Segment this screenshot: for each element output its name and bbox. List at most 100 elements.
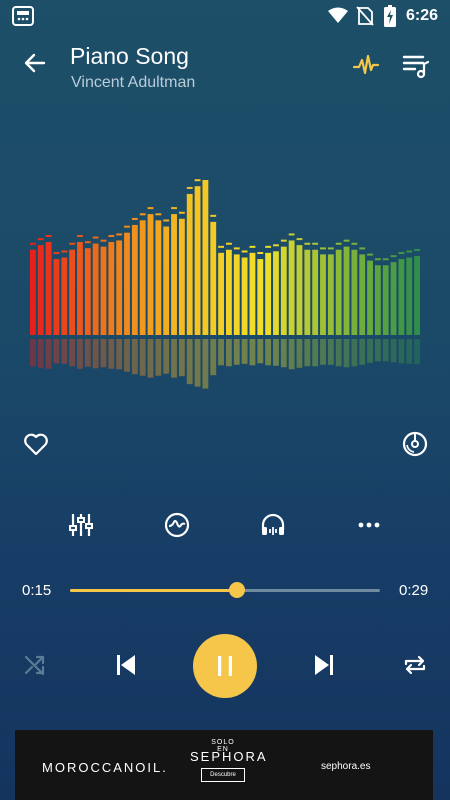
spectrum-bar (320, 254, 326, 335)
ad-banner[interactable]: MOROCCANOIL. SOLO EN SEPHORA Descubre se… (15, 730, 433, 800)
spectrum-peak (100, 239, 107, 242)
spectrum-bar (147, 214, 154, 335)
spectrum-bar (374, 265, 381, 335)
spectrum-reflection (92, 339, 99, 369)
spectrum-reflection (108, 339, 115, 369)
spectrum-visualizer (30, 175, 422, 400)
headphones-button[interactable] (258, 510, 288, 540)
spectrum-peak (45, 235, 52, 237)
spectrum-reflection (398, 339, 405, 364)
back-button[interactable] (20, 48, 50, 78)
spectrum-bar (382, 265, 389, 335)
spectrum-bar (178, 218, 185, 335)
spectrum-bar (61, 257, 68, 335)
spectrum-peak (414, 248, 420, 251)
spectrum-reflection (374, 339, 381, 362)
repeat-button[interactable] (402, 652, 428, 678)
spectrum-reflection (273, 339, 279, 366)
more-options-button[interactable] (354, 510, 384, 540)
spectrum-bar (390, 262, 397, 335)
spectrum-peak (304, 242, 311, 245)
spectrum-bar (139, 220, 146, 335)
queue-button[interactable] (401, 50, 431, 80)
status-bar: 6:26 (0, 0, 450, 32)
more-icon (358, 522, 380, 528)
ad-cta-button[interactable]: Descubre (201, 768, 245, 782)
spectrum-reflection (37, 339, 44, 368)
spectrum-reflection (241, 339, 248, 364)
spectrum-bar (77, 242, 83, 335)
total-time: 0:29 (399, 582, 429, 599)
spectrum-peak (265, 245, 272, 248)
spectrum-bar (233, 254, 240, 335)
waveform-icon (164, 512, 190, 538)
spectrum-peak (320, 247, 326, 250)
spectrum-bar (155, 220, 162, 335)
spectrum-reflection (202, 339, 209, 389)
spectrum-bar (218, 252, 224, 335)
status-time: 6:26 (405, 7, 438, 24)
player-header: Piano Song Vincent Adultman (0, 32, 450, 102)
spectrum-bar (53, 259, 60, 335)
spectrum-peak (108, 235, 115, 237)
spectrum-reflection (406, 339, 413, 364)
skip-next-icon (315, 655, 333, 675)
headphones-icon (261, 513, 285, 535)
skip-previous-icon (117, 655, 135, 675)
spectrum-bar (194, 186, 201, 335)
like-button[interactable] (22, 430, 50, 458)
spectrum-peak (37, 238, 44, 241)
previous-button[interactable] (113, 652, 139, 678)
pause-button[interactable] (193, 634, 257, 698)
spectrum-bar (312, 249, 319, 335)
heart-icon (24, 433, 48, 456)
shuffle-button[interactable] (22, 652, 48, 678)
spectrum-reflection (335, 339, 342, 367)
arrow-left-icon (24, 53, 46, 73)
spectrum-bar (116, 240, 123, 335)
spectrum-peak (374, 258, 381, 261)
wifi-icon (328, 7, 348, 29)
spectrum-peak (257, 252, 264, 255)
spectrum-peak (241, 250, 248, 253)
spectrum-peak (312, 242, 319, 245)
effects-button[interactable] (162, 510, 192, 540)
spectrum-peak (77, 235, 83, 237)
spectrum-reflection (124, 339, 130, 372)
spectrum-bar (131, 224, 138, 335)
ad-brand: MOROCCANOIL. (42, 760, 168, 775)
radio-icon (12, 6, 34, 26)
equalizer-button[interactable] (66, 510, 96, 540)
spectrum-bar (280, 246, 287, 335)
no-sim-icon (356, 6, 374, 31)
spectrum-reflection (359, 339, 366, 365)
spectrum-peak (288, 233, 295, 236)
spectrum-peak (163, 219, 170, 222)
spectrum-reflection (131, 339, 138, 375)
seek-thumb[interactable] (229, 582, 246, 598)
spectrum-bar (327, 254, 334, 335)
playlist-icon (402, 55, 430, 79)
spectrum-peak (186, 186, 193, 189)
repeat-icon (404, 655, 426, 675)
sliders-icon (69, 514, 93, 536)
spectrum-peak (69, 242, 76, 245)
current-time: 0:15 (22, 582, 52, 599)
spectrum-reflection (249, 339, 256, 366)
spectrum-peak (351, 242, 358, 245)
spectrum-bar (343, 246, 350, 335)
spectrum-bar (351, 249, 358, 335)
spectrum-peak (335, 242, 342, 245)
visualizer-toggle-button[interactable] (352, 52, 380, 80)
spectrum-bar (335, 249, 342, 335)
spectrum-bar (186, 193, 193, 335)
spectrum-peak (398, 252, 405, 255)
spectrum-bar (171, 214, 177, 335)
shuffle-icon (24, 655, 45, 676)
spectrum-bar (249, 252, 256, 335)
spectrum-peak (382, 258, 389, 261)
next-button[interactable] (311, 652, 337, 678)
spectrum-peak (131, 217, 138, 220)
seek-bar[interactable] (70, 582, 380, 598)
disc-button[interactable] (401, 430, 429, 458)
